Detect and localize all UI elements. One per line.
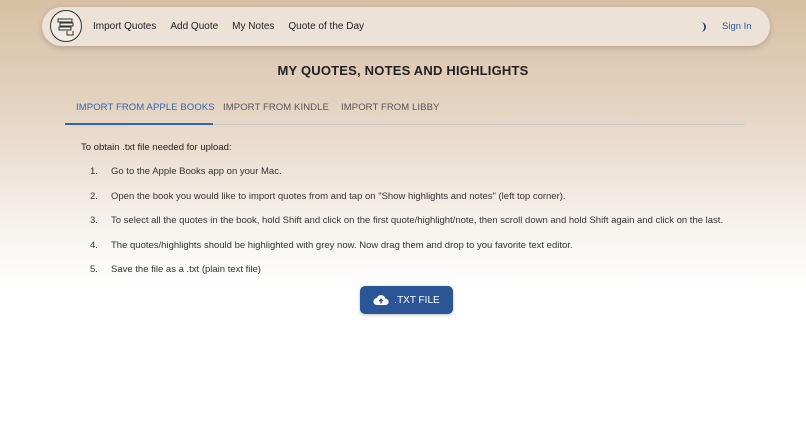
instructions-list: 1. Go to the Apple Books app on your Mac…	[90, 166, 723, 289]
step-number: 4.	[90, 239, 98, 251]
nav-my-notes[interactable]: My Notes	[232, 21, 274, 32]
upload-button-label: .TXT FILE	[394, 294, 440, 306]
step-number: 2.	[90, 190, 98, 202]
logo-icon[interactable]	[50, 10, 82, 42]
half-moon-icon[interactable]	[696, 20, 708, 32]
tab-apple-books[interactable]: IMPORT FROM APPLE BOOKS	[65, 95, 215, 125]
import-tabs: IMPORT FROM APPLE BOOKS IMPORT FROM KIND…	[65, 95, 745, 125]
list-item: 3. To select all the quotes in the book,…	[90, 215, 723, 240]
nav-quote-of-the-day[interactable]: Quote of the Day	[288, 21, 364, 32]
list-item: 4. The quotes/highlights should be highl…	[90, 240, 723, 265]
step-text: The quotes/highlights should be highligh…	[111, 239, 573, 251]
navbar: Import Quotes Add Quote My Notes Quote o…	[42, 7, 770, 46]
sign-in-link[interactable]: Sign In	[722, 21, 752, 32]
list-item: 1. Go to the Apple Books app on your Mac…	[90, 166, 723, 191]
nav-import-quotes[interactable]: Import Quotes	[93, 21, 156, 32]
list-item: 2. Open the book you would like to impor…	[90, 191, 723, 216]
nav-links: Import Quotes Add Quote My Notes Quote o…	[93, 7, 378, 46]
step-number: 5.	[90, 264, 98, 275]
instructions-intro: To obtain .txt file needed for upload:	[81, 142, 232, 153]
list-item: 5. Save the file as a .txt (plain text f…	[90, 264, 723, 289]
tab-libby[interactable]: IMPORT FROM LIBBY	[341, 95, 439, 125]
step-text: Go to the Apple Books app on your Mac.	[111, 166, 282, 177]
nav-add-quote[interactable]: Add Quote	[170, 21, 218, 32]
tab-kindle[interactable]: IMPORT FROM KINDLE	[223, 95, 329, 125]
step-text: To select all the quotes in the book, ho…	[111, 215, 724, 226]
step-number: 1.	[90, 166, 98, 177]
upload-txt-button[interactable]: .TXT FILE	[360, 286, 453, 314]
step-text: Open the book you would like to import q…	[111, 190, 566, 202]
step-text: Save the file as a .txt (plain text file…	[111, 264, 261, 275]
cloud-upload-icon	[373, 295, 389, 306]
page-title: MY QUOTES, NOTES AND HIGHLIGHTS	[277, 63, 529, 78]
step-number: 3.	[90, 215, 98, 226]
